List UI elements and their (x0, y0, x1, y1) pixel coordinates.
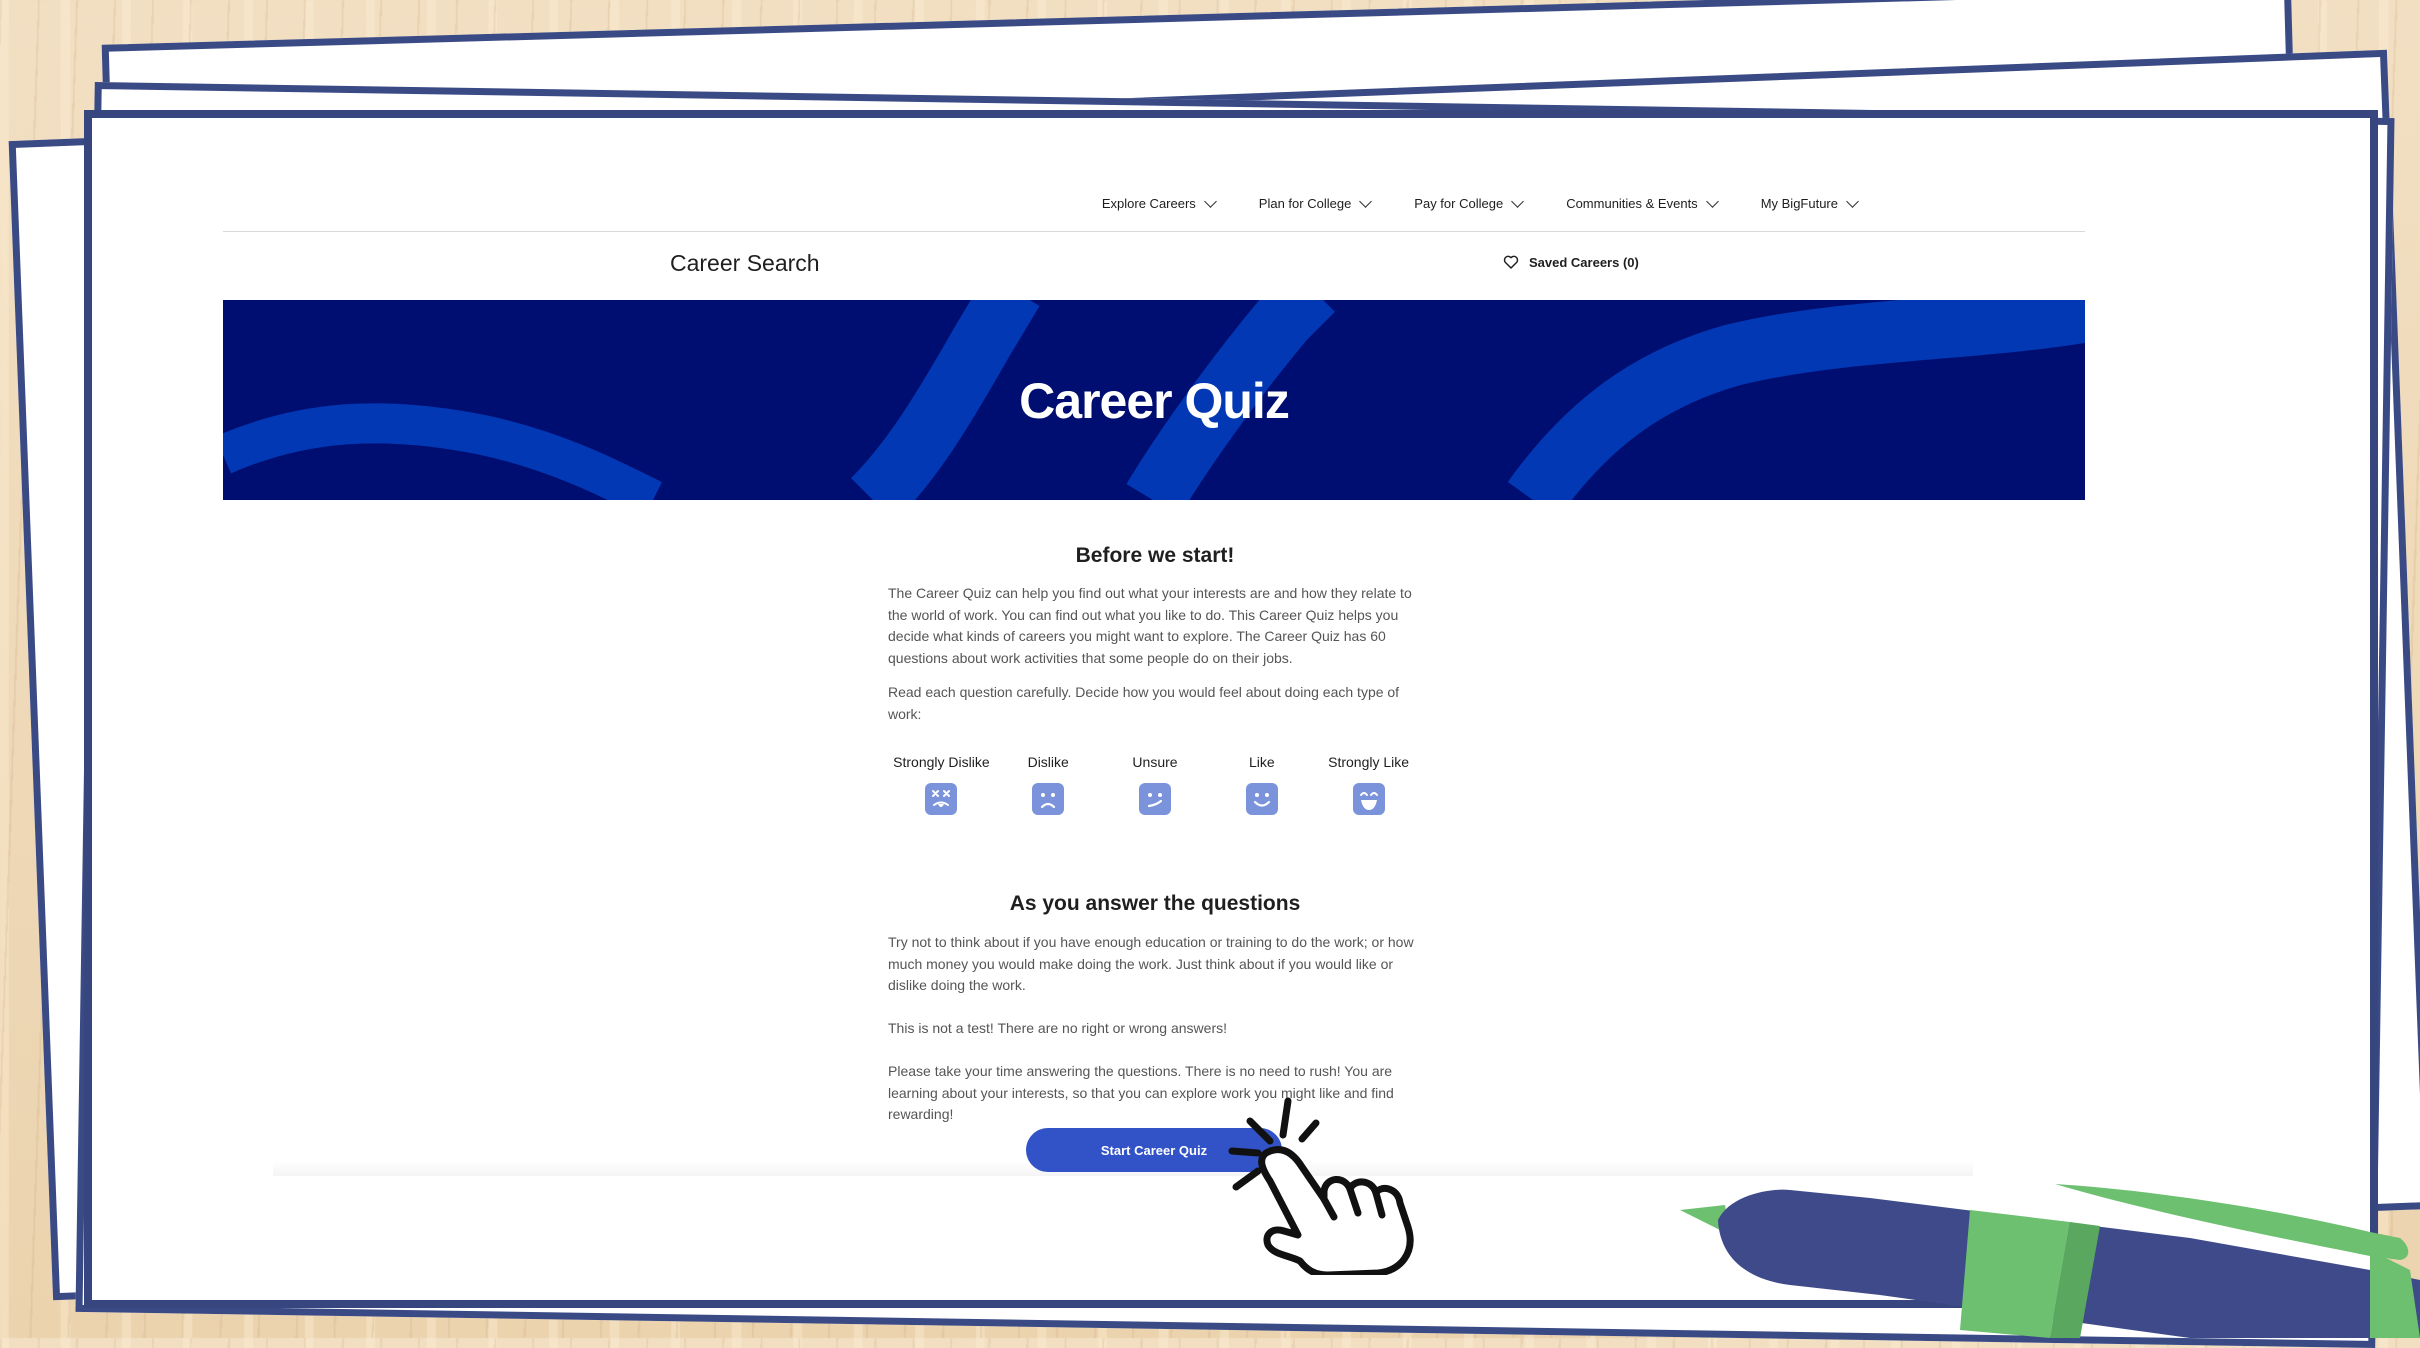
strongly-dislike-face-icon (925, 783, 958, 815)
scale-label: Unsure (1132, 754, 1178, 770)
nav-item-label: Pay for College (1414, 196, 1504, 211)
nav-item-communities-events[interactable]: Communities & Events (1566, 195, 1719, 211)
saved-careers-link[interactable]: Saved Careers (0) (1503, 254, 1639, 270)
chevron-down-icon (1846, 195, 1859, 208)
scale-item-strongly-like: Strongly Like (1315, 754, 1422, 815)
nav-divider (223, 231, 2085, 232)
dislike-face-icon (1032, 783, 1065, 815)
top-navigation: Explore Careers Plan for College Pay for… (1101, 195, 1859, 211)
chevron-down-icon (1203, 195, 1217, 208)
nav-item-label: My BigFuture (1760, 196, 1838, 211)
unsure-face-icon (1138, 783, 1171, 815)
rating-scale-legend: Strongly Dislike Dislike Unsure Like Str… (888, 754, 1422, 815)
pointing-hand-icon (1228, 1097, 1414, 1275)
nav-item-label: Explore Careers (1101, 196, 1196, 211)
before-we-start-heading: Before we start! (1075, 544, 1235, 567)
scale-label: Strongly Dislike (893, 754, 990, 770)
section-title-link[interactable]: Career Search (670, 250, 820, 277)
nav-item-label: Communities & Events (1566, 196, 1698, 211)
scale-label: Strongly Like (1328, 754, 1410, 770)
chevron-down-icon (1359, 195, 1373, 208)
chevron-down-icon (1511, 195, 1525, 208)
scale-item-strongly-dislike: Strongly Dislike (888, 754, 995, 815)
like-face-icon (1245, 783, 1278, 815)
pen-illustration (1680, 1184, 2420, 1338)
as-you-answer-heading: As you answer the questions (1009, 892, 1301, 915)
nav-item-pay-for-college[interactable]: Pay for College (1414, 195, 1525, 211)
heart-icon (1503, 255, 1519, 269)
strongly-like-face-icon (1352, 783, 1385, 815)
nav-item-plan-for-college[interactable]: Plan for College (1258, 195, 1373, 211)
scale-item-dislike: Dislike (995, 754, 1102, 815)
instructions-paragraph: Read each question carefully. Decide how… (888, 684, 1400, 722)
scale-item-like: Like (1208, 754, 1315, 815)
scale-label: Like (1248, 754, 1275, 770)
sub-header: Career Search Saved Careers (0) (223, 238, 2085, 292)
answer-tips-paragraph: Try not to think about if you have enoug… (888, 934, 1414, 993)
nav-item-label: Plan for College (1258, 196, 1352, 211)
nav-item-my-bigfuture[interactable]: My BigFuture (1760, 195, 1859, 211)
banner-title: Career Quiz (1019, 373, 1290, 429)
saved-careers-label: Saved Careers (0) (1529, 254, 1639, 270)
intro-paragraph: The Career Quiz can help you find out wh… (888, 585, 1412, 666)
scale-label: Dislike (1027, 754, 1069, 770)
hero-banner: Career Quiz (223, 300, 2085, 500)
not-a-test-paragraph: This is not a test! There are no right o… (888, 1020, 1228, 1036)
chevron-down-icon (1705, 195, 1719, 208)
website-screenshot: Explore Careers Plan for College Pay for… (223, 156, 2085, 1296)
nav-item-explore-careers[interactable]: Explore Careers (1101, 195, 1217, 211)
scale-item-unsure: Unsure (1102, 754, 1209, 815)
